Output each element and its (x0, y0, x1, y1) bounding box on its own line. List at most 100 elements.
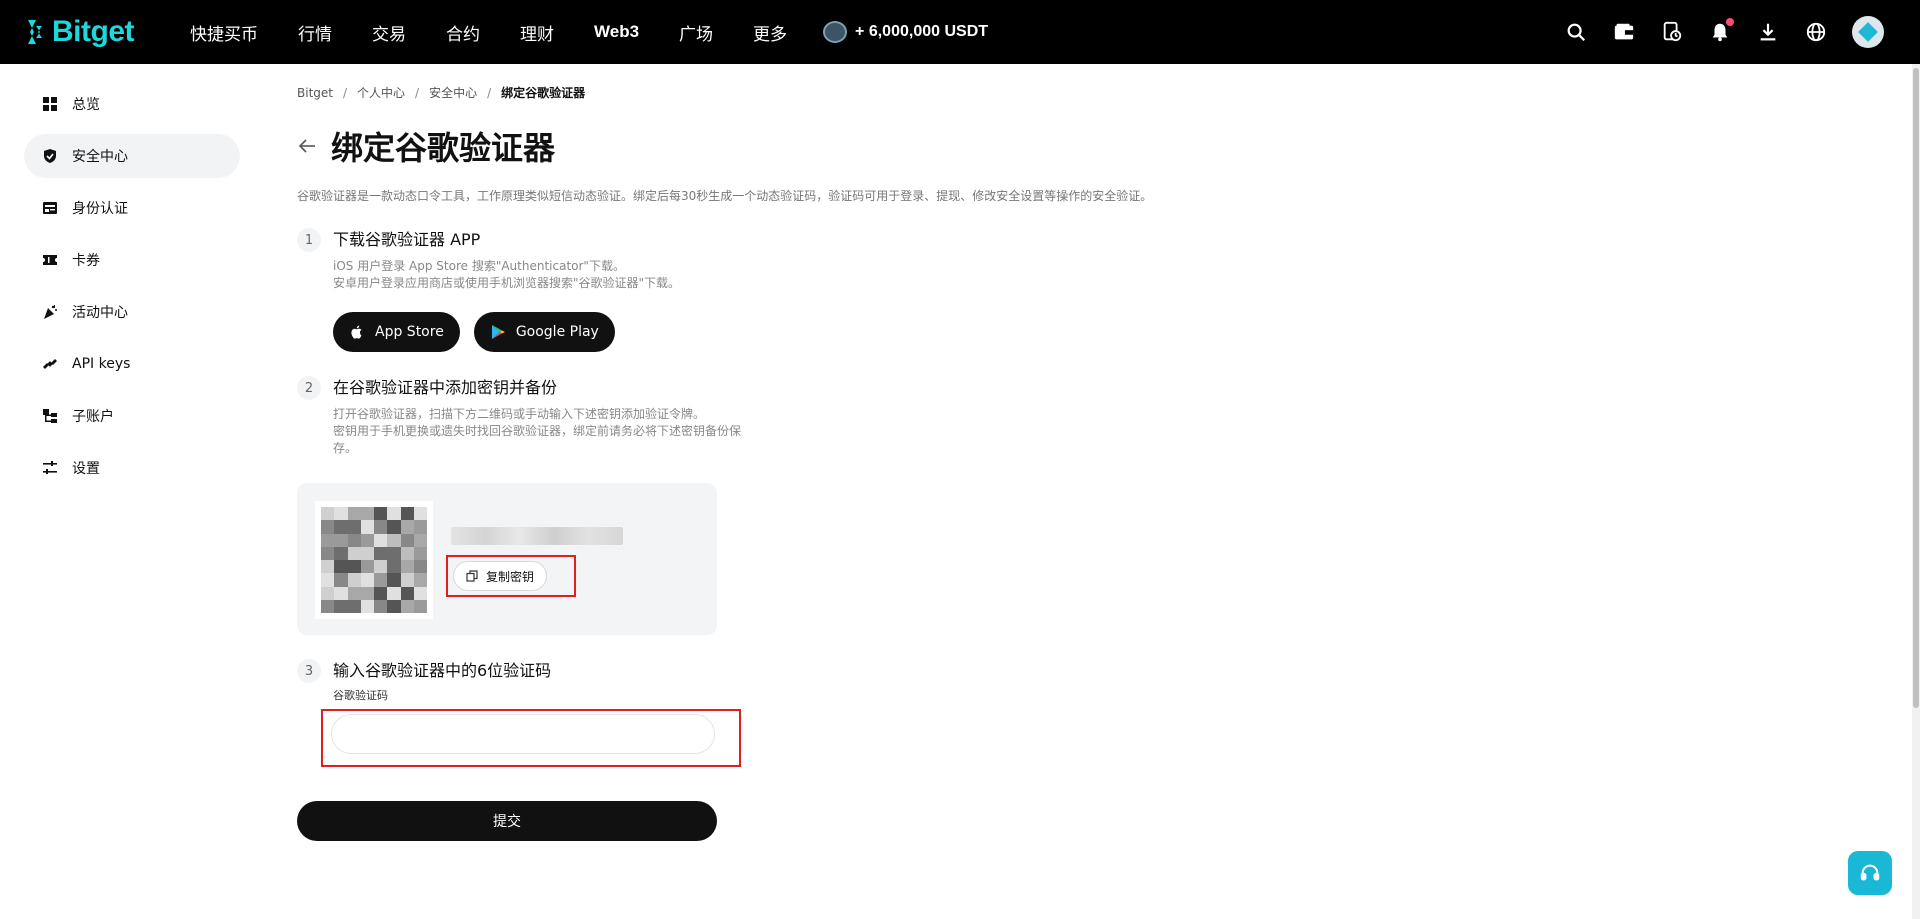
bell-icon[interactable] (1708, 18, 1734, 44)
brand-logo[interactable]: Bitget (24, 15, 135, 49)
promo-text: + 6,000,000 USDT (855, 23, 989, 40)
avatar-diamond-icon (1858, 22, 1878, 42)
secret-key-blurred (451, 527, 623, 545)
party-icon (42, 304, 58, 320)
globe-icon[interactable] (1804, 20, 1828, 44)
qr-code (315, 501, 433, 619)
grid-icon (42, 96, 58, 112)
sidebar-item-events[interactable]: 活动中心 (24, 290, 240, 334)
step-download: 1 下载谷歌验证器 APP iOS 用户登录 App Store 搜索"Auth… (297, 228, 1297, 352)
breadcrumb-home[interactable]: Bitget (297, 86, 333, 100)
sidebar-item-label: 设置 (72, 461, 100, 477)
copy-icon (466, 570, 478, 582)
ticket-icon (42, 252, 58, 268)
orders-icon[interactable] (1660, 20, 1684, 44)
top-navbar: Bitget 快捷买币 行情 交易 合约 理财 Web3 广场 更多 + 6,0… (0, 0, 1920, 64)
apple-icon (351, 325, 362, 339)
sidebar: 总览 安全中心 身份认证 卡券 活动中心 API keys 子账户 设置 (24, 82, 240, 498)
sidebar-item-identity[interactable]: 身份认证 (24, 186, 240, 230)
nav-square[interactable]: 广场 (659, 0, 733, 64)
step-text-line: 打开谷歌验证器，扫描下方二维码或手动输入下述密钥添加验证令牌。 (333, 407, 706, 421)
step-title: 输入谷歌验证器中的6位验证码 (333, 661, 552, 680)
sidebar-item-label: 身份认证 (72, 201, 128, 217)
wallet-icon[interactable] (1612, 20, 1636, 44)
notification-dot (1726, 18, 1734, 26)
breadcrumb-personal-center[interactable]: 个人中心 (357, 84, 405, 101)
step-description: 打开谷歌验证器，扫描下方二维码或手动输入下述密钥添加验证令牌。 密钥用于手机更换… (333, 406, 753, 457)
avatar[interactable] (1852, 16, 1884, 48)
app-store-button[interactable]: App Store (333, 312, 460, 352)
api-icon (42, 356, 58, 372)
nav-more[interactable]: 更多 (733, 0, 807, 64)
subaccount-icon (42, 408, 58, 424)
sidebar-item-coupons[interactable]: 卡券 (24, 238, 240, 282)
step-text-line: 安卓用户登录应用商店或使用手机浏览器搜索"谷歌验证器"下载。 (333, 276, 681, 290)
sidebar-item-label: 总览 (72, 97, 100, 113)
main-content: Bitget / 个人中心 / 安全中心 / 绑定谷歌验证器 绑定谷歌验证器 谷… (297, 84, 1297, 841)
nav-web3[interactable]: Web3 (574, 0, 659, 64)
sidebar-item-label: 活动中心 (72, 305, 128, 321)
shield-icon (42, 148, 58, 164)
step-text-line: 存。 (333, 441, 358, 455)
store-buttons: App Store Google Play (333, 312, 1297, 352)
step-number: 1 (297, 228, 321, 252)
sidebar-item-api-keys[interactable]: API keys (24, 342, 240, 386)
breadcrumb: Bitget / 个人中心 / 安全中心 / 绑定谷歌验证器 (297, 84, 1297, 101)
promo-badge-icon (823, 21, 848, 43)
support-button[interactable] (1848, 851, 1892, 895)
submit-button[interactable]: 提交 (297, 801, 717, 841)
id-card-icon (42, 200, 58, 216)
step-title: 在谷歌验证器中添加密钥并备份 (333, 378, 558, 397)
nav-trade[interactable]: 交易 (352, 0, 426, 64)
breadcrumb-separator: / (415, 85, 420, 100)
headset-icon (1860, 864, 1880, 881)
sidebar-item-settings[interactable]: 设置 (24, 446, 240, 490)
breadcrumb-current: 绑定谷歌验证器 (501, 86, 586, 100)
sidebar-item-subaccount[interactable]: 子账户 (24, 394, 240, 438)
scrollbar-thumb[interactable] (1913, 68, 1919, 708)
top-icon-bar (1564, 0, 1884, 64)
qr-code-image (321, 507, 427, 613)
step-enter-code: 3 输入谷歌验证器中的6位验证码 谷歌验证码 (297, 659, 1297, 767)
nav-markets[interactable]: 行情 (278, 0, 352, 64)
google-play-button[interactable]: Google Play (473, 312, 615, 352)
breadcrumb-separator: / (342, 85, 348, 100)
step-title: 下载谷歌验证器 APP (333, 230, 481, 249)
nav-quick-buy[interactable]: 快捷买币 (170, 0, 278, 64)
google-play-label: Google Play (515, 324, 599, 340)
google-play-icon (491, 325, 505, 339)
code-field-label: 谷歌验证码 (333, 689, 388, 702)
sidebar-item-label: 子账户 (72, 409, 114, 425)
promo-banner[interactable]: + 6,000,000 USDT (823, 21, 988, 43)
title-row: 绑定谷歌验证器 (297, 123, 1297, 169)
copy-key-label: 复制密钥 (486, 569, 535, 584)
nav-earn[interactable]: 理财 (500, 0, 574, 64)
code-field-wrap (321, 709, 741, 767)
sidebar-item-label: 安全中心 (72, 149, 128, 165)
nav-futures[interactable]: 合约 (426, 0, 500, 64)
key-panel: 复制密钥 (297, 483, 717, 635)
brand-name: Bitget (52, 15, 135, 48)
sidebar-item-overview[interactable]: 总览 (24, 82, 240, 126)
sidebar-item-security[interactable]: 安全中心 (24, 134, 240, 178)
breadcrumb-security-center[interactable]: 安全中心 (429, 84, 477, 101)
main-nav: 快捷买币 行情 交易 合约 理财 Web3 广场 更多 (170, 0, 807, 64)
sidebar-item-label: 卡券 (72, 253, 100, 269)
back-arrow-icon[interactable] (297, 136, 317, 156)
page-title: 绑定谷歌验证器 (331, 129, 556, 167)
search-icon[interactable] (1564, 20, 1588, 44)
copy-key-button[interactable]: 复制密钥 (453, 561, 548, 591)
step-number: 3 (297, 659, 321, 683)
settings-icon (42, 460, 58, 476)
step-add-key: 2 在谷歌验证器中添加密钥并备份 打开谷歌验证器，扫描下方二维码或手动输入下述密… (297, 376, 1297, 635)
bitget-logo-icon (28, 20, 42, 44)
step-text-line: iOS 用户登录 App Store 搜索"Authenticator"下载。 (333, 259, 625, 273)
app-store-label: App Store (375, 324, 444, 340)
sidebar-item-label: API keys (72, 356, 131, 372)
step-text-line: 密钥用于手机更换或遗失时找回谷歌验证器，绑定前请务必将下述密钥备份保 (333, 424, 742, 438)
google-code-input[interactable] (331, 714, 715, 754)
page-description: 谷歌验证器是一款动态口令工具，工作原理类似短信动态验证。绑定后每30秒生成一个动… (297, 189, 1153, 203)
download-icon[interactable] (1756, 20, 1780, 44)
breadcrumb-separator: / (487, 85, 492, 100)
step-number: 2 (297, 376, 321, 400)
